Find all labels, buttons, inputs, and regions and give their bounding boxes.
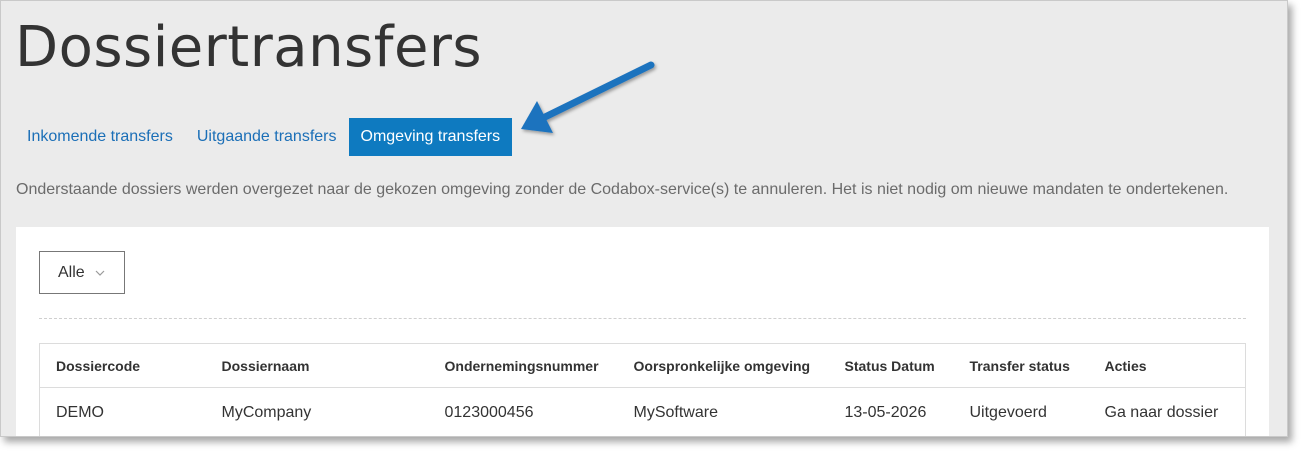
cell-ondernemingsnummer: 0123000456 xyxy=(444,404,534,421)
column-header-transfer-status[interactable]: Transfer status xyxy=(953,343,1089,388)
filter-dropdown[interactable]: Alle xyxy=(39,251,125,294)
column-header-status-datum[interactable]: Status Datum xyxy=(828,343,954,388)
column-header-acties: Acties xyxy=(1088,343,1246,388)
go-to-dossier-link[interactable]: Ga naar dossier xyxy=(1089,388,1246,437)
column-header-dossiernaam[interactable]: Dossiernaam xyxy=(205,343,429,388)
tab-inkomende-transfers[interactable]: Inkomende transfers xyxy=(15,118,185,156)
tab-omgeving-transfers[interactable]: Omgeving transfers xyxy=(348,118,513,156)
page-description: Onderstaande dossiers werden overgezet n… xyxy=(16,181,1229,198)
page-title: Dossiertransfers xyxy=(15,15,483,80)
filter-selected-value: Alle xyxy=(58,263,85,281)
transfer-tabs: Inkomende transfers Uitgaande transfers … xyxy=(15,118,513,156)
cell-oorspronkelijke-omgeving: MySoftware xyxy=(633,404,718,421)
chevron-down-icon xyxy=(95,270,105,276)
app-window: Dossiertransfers Inkomende transfers Uit… xyxy=(0,0,1288,437)
cell-dossiernaam: MyCompany xyxy=(221,404,312,421)
cell-dossiercode: DEMO xyxy=(56,404,104,421)
table-row: DEMO MyCompany 0123000456 MySoftware 13-… xyxy=(40,388,1246,437)
cell-status-datum: 13-05-2026 xyxy=(844,404,927,421)
column-header-ondernemingsnummer[interactable]: Ondernemingsnummer xyxy=(428,343,618,388)
transfers-table: Dossiercode Dossiernaam Ondernemingsnumm… xyxy=(39,343,1246,437)
arrow-pointer-icon xyxy=(521,61,655,133)
column-header-oorspronkelijke-omgeving[interactable]: Oorspronkelijke omgeving xyxy=(617,343,829,388)
tab-uitgaande-transfers[interactable]: Uitgaande transfers xyxy=(185,118,349,156)
table-header-row: Dossiercode Dossiernaam Ondernemingsnumm… xyxy=(39,343,1246,388)
column-header-dossiercode[interactable]: Dossiercode xyxy=(39,343,206,388)
divider xyxy=(39,318,1246,319)
cell-transfer-status: Uitgevoerd xyxy=(969,404,1047,421)
transfers-card: Alle Dossiercode Dossiernaam Onderneming… xyxy=(16,227,1269,437)
